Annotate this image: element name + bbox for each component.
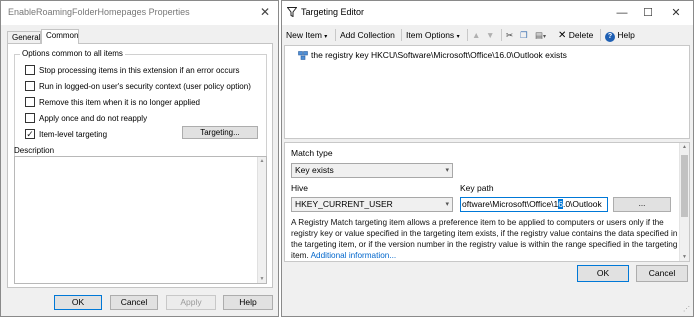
additional-info-link[interactable]: Additional information... bbox=[311, 251, 397, 260]
targeting-tree: the registry key HKCU\Software\Microsoft… bbox=[284, 45, 690, 139]
properties-title-bar: EnableRoamingFolderHomepages Properties … bbox=[1, 1, 278, 25]
tree-item-label: the registry key HKCU\Software\Microsoft… bbox=[311, 50, 567, 60]
filter-icon bbox=[287, 7, 297, 17]
dropdown-arrow-icon: ▾ bbox=[456, 34, 460, 40]
toolbar-separator bbox=[501, 29, 502, 41]
toolbar-separator bbox=[401, 29, 402, 41]
item-properties-panel: Match type Key exists ▾ Hive Key path HK… bbox=[284, 142, 690, 262]
add-collection-button[interactable]: Add Collection bbox=[340, 28, 395, 42]
toolbar-separator bbox=[467, 29, 468, 41]
description-label: Description bbox=[14, 146, 55, 155]
help-button[interactable]: Help bbox=[223, 295, 273, 310]
toolbar-separator bbox=[600, 29, 601, 41]
cancel-button[interactable]: Cancel bbox=[110, 295, 158, 310]
new-item-menu[interactable]: New Item ▾ bbox=[286, 28, 327, 42]
common-tab-panel: Options common to all items Stop process… bbox=[7, 43, 273, 288]
dropdown-arrow-icon: ▾ bbox=[324, 34, 328, 40]
targeting-editor-title-bar: Targeting Editor — ☐ ✕ bbox=[282, 1, 693, 25]
delete-label: Delete bbox=[568, 30, 594, 40]
scroll-down-icon[interactable]: ▼ bbox=[258, 276, 266, 282]
description-scrollbar[interactable]: ▲ ▼ bbox=[257, 157, 266, 283]
hive-select[interactable]: HKEY_CURRENT_USER ▾ bbox=[291, 197, 453, 212]
item-description: A Registry Match targeting item allows a… bbox=[291, 217, 679, 261]
resize-grip-icon[interactable]: ⋰ bbox=[683, 306, 691, 314]
option-label: Item-level targeting bbox=[39, 129, 108, 139]
new-item-label: New Item bbox=[286, 30, 322, 40]
close-icon[interactable]: ✕ bbox=[257, 4, 273, 20]
copy-icon[interactable]: ❐ bbox=[520, 28, 528, 42]
chevron-down-icon: ▾ bbox=[445, 201, 449, 208]
match-type-select[interactable]: Key exists ▾ bbox=[291, 163, 453, 178]
help-toolbar-button[interactable]: ? Help bbox=[605, 28, 635, 42]
match-type-label: Match type bbox=[291, 148, 333, 158]
match-type-value: Key exists bbox=[295, 165, 334, 175]
targeting-button[interactable]: Targeting... bbox=[182, 126, 258, 139]
checkbox[interactable] bbox=[25, 65, 35, 75]
key-path-text-after: .0\Outlook bbox=[562, 199, 602, 209]
delete-button[interactable]: ✕ Delete bbox=[558, 28, 593, 42]
hive-value: HKEY_CURRENT_USER bbox=[295, 199, 393, 209]
scrollbar-thumb[interactable] bbox=[681, 155, 688, 217]
maximize-icon[interactable]: ☐ bbox=[640, 5, 656, 21]
ok-button[interactable]: OK bbox=[54, 295, 102, 310]
minimize-icon[interactable]: — bbox=[614, 5, 630, 21]
item-options-label: Item Options bbox=[406, 30, 455, 40]
option-label: Apply once and do not reapply bbox=[39, 113, 148, 123]
item-options-menu[interactable]: Item Options ▾ bbox=[406, 28, 460, 42]
browse-button[interactable]: ... bbox=[613, 197, 671, 212]
option-label: Remove this item when it is no longer ap… bbox=[39, 97, 200, 107]
checkbox[interactable] bbox=[25, 81, 35, 91]
toolbar-separator bbox=[335, 29, 336, 41]
move-down-icon[interactable]: ▼ bbox=[486, 28, 494, 42]
option-run-in-user-context[interactable]: Run in logged-on user's security context… bbox=[25, 80, 251, 92]
scroll-up-icon[interactable]: ▲ bbox=[258, 158, 266, 164]
option-apply-once[interactable]: Apply once and do not reapply bbox=[25, 112, 147, 124]
properties-dialog: EnableRoamingFolderHomepages Properties … bbox=[0, 0, 279, 317]
checkbox[interactable] bbox=[25, 97, 35, 107]
apply-button[interactable]: Apply bbox=[166, 295, 216, 310]
key-path-text-before: oftware\Microsoft\Office\1 bbox=[462, 199, 559, 209]
close-icon[interactable]: ✕ bbox=[668, 5, 684, 21]
option-stop-processing[interactable]: Stop processing items in this extension … bbox=[25, 64, 240, 76]
chevron-down-icon: ▾ bbox=[445, 167, 449, 174]
checkbox-checked[interactable]: ✓ bbox=[25, 129, 35, 139]
cancel-button[interactable]: Cancel bbox=[636, 265, 688, 282]
scroll-up-icon[interactable]: ▲ bbox=[680, 144, 689, 150]
key-path-label: Key path bbox=[460, 183, 494, 193]
targeting-toolbar: New Item ▾ Add Collection Item Options ▾… bbox=[282, 26, 693, 44]
description-textarea[interactable]: ▲ ▼ bbox=[14, 156, 267, 284]
option-label: Run in logged-on user's security context… bbox=[39, 81, 251, 91]
cut-icon[interactable]: ✂ bbox=[506, 28, 513, 42]
checkbox[interactable] bbox=[25, 113, 35, 123]
hive-label: Hive bbox=[291, 183, 309, 193]
option-item-level-targeting[interactable]: ✓ Item-level targeting bbox=[25, 128, 107, 140]
properties-scrollbar[interactable]: ▲ ▼ bbox=[679, 143, 689, 261]
option-label: Stop processing items in this extension … bbox=[39, 65, 240, 75]
options-group-title: Options common to all items bbox=[20, 49, 125, 58]
help-label: Help bbox=[617, 30, 635, 40]
properties-title: EnableRoamingFolderHomepages Properties bbox=[8, 7, 190, 17]
delete-icon: ✕ bbox=[558, 30, 567, 41]
tree-item-registry-match[interactable]: the registry key HKCU\Software\Microsoft… bbox=[298, 49, 567, 61]
option-remove-item[interactable]: Remove this item when it is no longer ap… bbox=[25, 96, 200, 108]
help-icon: ? bbox=[605, 32, 615, 42]
ok-button[interactable]: OK bbox=[577, 265, 629, 282]
paste-icon[interactable]: ▤▾ bbox=[535, 28, 546, 42]
scroll-down-icon[interactable]: ▼ bbox=[680, 254, 689, 260]
move-up-icon[interactable]: ▲ bbox=[472, 28, 480, 42]
targeting-editor-title: Targeting Editor bbox=[301, 7, 365, 17]
targeting-editor-window: Targeting Editor — ☐ ✕ New Item ▾ Add Co… bbox=[281, 0, 694, 317]
registry-icon bbox=[298, 50, 308, 60]
tab-common[interactable]: Common bbox=[41, 29, 79, 44]
key-path-input[interactable]: oftware\Microsoft\Office\16.0\Outlook bbox=[460, 197, 608, 212]
